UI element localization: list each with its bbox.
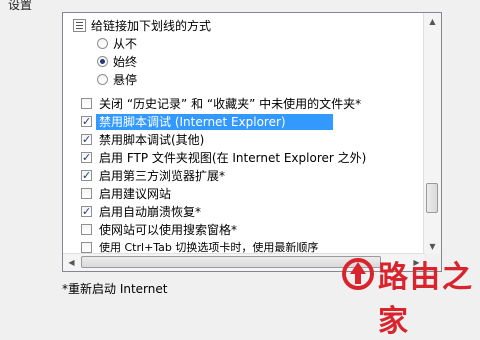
radio-button[interactable] bbox=[97, 38, 108, 49]
vertical-scrollbar[interactable]: ▲ ▼ bbox=[423, 13, 441, 255]
checkbox-checked[interactable]: ✓ bbox=[81, 134, 92, 145]
checkbox[interactable] bbox=[81, 242, 92, 253]
checkbox-label: 启用第三方浏览器扩展* bbox=[99, 169, 226, 183]
checkbox-checked[interactable]: ✓ bbox=[81, 116, 92, 127]
scroll-up-icon[interactable]: ▲ bbox=[424, 13, 441, 30]
scroll-left-icon[interactable]: ◀ bbox=[63, 254, 80, 271]
restart-note: *重新启动 Internet bbox=[62, 282, 168, 296]
checkbox-label: 启用 FTP 文件夹视图(在 Internet Explorer 之外) bbox=[99, 151, 367, 165]
checkbox-checked[interactable]: ✓ bbox=[81, 170, 92, 181]
checkbox-label: 使网站可以使用搜索窗格* bbox=[99, 223, 238, 237]
checkbox-label: 启用建议网站 bbox=[99, 187, 172, 201]
advanced-settings-list[interactable]: 给链接加下划线的方式 从不 始终 悬停 关闭 “历史记录” 和 “收藏夹” 中未… bbox=[62, 12, 442, 272]
radio-label: 从不 bbox=[113, 37, 138, 51]
vertical-scroll-thumb[interactable] bbox=[426, 183, 438, 213]
watermark: 路由之家 bbox=[340, 250, 480, 339]
radio-label: 悬停 bbox=[113, 73, 138, 87]
checkbox-label: 禁用脚本调试 (Internet Explorer) bbox=[99, 115, 286, 129]
checkbox-label: 关闭 “历史记录” 和 “收藏夹” 中未使用的文件夹* bbox=[99, 97, 362, 111]
router-logo-icon bbox=[342, 258, 374, 290]
radio-button-selected[interactable] bbox=[97, 56, 108, 67]
settings-group-icon bbox=[73, 19, 86, 32]
radio-button[interactable] bbox=[97, 74, 108, 85]
checkbox[interactable] bbox=[81, 188, 92, 199]
checkbox[interactable] bbox=[81, 98, 92, 109]
checkbox-checked[interactable]: ✓ bbox=[81, 206, 92, 217]
checkbox-checked[interactable]: ✓ bbox=[81, 152, 92, 163]
radio-label: 始终 bbox=[113, 55, 138, 69]
checkbox[interactable] bbox=[81, 224, 92, 235]
checkbox-label: 启用自动崩溃恢复* bbox=[99, 205, 202, 219]
watermark-text: 路由之家 bbox=[378, 260, 474, 339]
settings-group-label: 设置 bbox=[8, 0, 33, 12]
checkbox-label: 禁用脚本调试(其他) bbox=[99, 133, 205, 147]
group-label-underline-links: 给链接加下划线的方式 bbox=[91, 19, 212, 33]
horizontal-scroll-thumb[interactable] bbox=[81, 256, 381, 268]
